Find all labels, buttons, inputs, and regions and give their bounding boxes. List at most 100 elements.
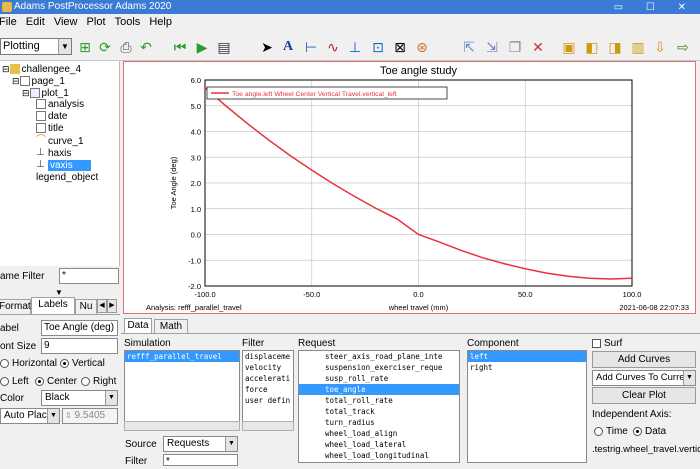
filter-item[interactable]: user defin bbox=[243, 395, 293, 406]
copy-icon[interactable]: ❐ bbox=[507, 39, 523, 55]
menu-tools[interactable]: Tools bbox=[112, 14, 144, 28]
play-icon[interactable]: ▶ bbox=[194, 39, 210, 55]
font-size-input[interactable]: 9 bbox=[41, 338, 118, 354]
filter-item[interactable]: force bbox=[243, 384, 293, 395]
orient-horizontal-radio[interactable]: Horizontal bbox=[0, 358, 57, 369]
time-radio[interactable]: Time bbox=[594, 426, 628, 437]
menu-view[interactable]: View bbox=[51, 14, 81, 28]
filter-list[interactable]: displaceme velocity accelerati force use… bbox=[242, 350, 294, 430]
color-select[interactable]: Black ▼ bbox=[41, 390, 118, 406]
font-size-label: ont Size bbox=[0, 341, 36, 352]
tree-item-curve[interactable]: ⌒curve_1 bbox=[36, 136, 84, 148]
page-layout-2-icon[interactable]: ◧ bbox=[584, 39, 600, 55]
toe-angle-chart[interactable]: Toe angle study-2.0-1.00.01.02.03.04.05.… bbox=[124, 62, 695, 313]
tab-data[interactable]: Data bbox=[124, 318, 152, 334]
page-import-icon[interactable]: ⇩ bbox=[652, 39, 668, 55]
rewind-icon[interactable]: ⏮ bbox=[172, 39, 188, 55]
filter-item[interactable]: velocity bbox=[243, 362, 293, 373]
menu-edit[interactable]: Edit bbox=[23, 14, 48, 28]
axis-icon[interactable]: ⊢ bbox=[303, 39, 319, 55]
align-left-radio[interactable]: Left bbox=[0, 376, 29, 387]
orient-vertical-radio[interactable]: Vertical bbox=[60, 358, 105, 369]
data-radio[interactable]: Data bbox=[633, 426, 666, 437]
request-item[interactable]: wheel_load_lateral bbox=[299, 439, 459, 450]
clear-plot-button[interactable]: Clear Plot bbox=[592, 387, 696, 404]
select-arrow-icon[interactable]: ➤ bbox=[259, 39, 275, 55]
simulation-item[interactable]: refff_parallel_travel bbox=[125, 351, 239, 362]
request-item[interactable]: total_track bbox=[299, 406, 459, 417]
curve-edit-icon[interactable]: ∿ bbox=[325, 39, 341, 55]
tree-item-vaxis[interactable]: ⊥vaxis bbox=[36, 160, 91, 172]
tree-item-challengee[interactable]: ⊟challengee_4 bbox=[2, 63, 81, 75]
delete-icon[interactable]: ✕ bbox=[530, 39, 546, 55]
place-number-field[interactable]: ⇕ 9.5405 bbox=[62, 408, 118, 424]
menu-file[interactable]: File bbox=[0, 14, 20, 28]
page-export-icon[interactable]: ⇨ bbox=[675, 39, 691, 55]
page-layout-3-icon[interactable]: ◨ bbox=[607, 39, 623, 55]
request-item[interactable]: turn_radius bbox=[299, 417, 459, 428]
filter2-input[interactable]: * bbox=[163, 454, 238, 466]
tree-item-date[interactable]: date bbox=[36, 111, 67, 123]
text-icon[interactable]: A bbox=[280, 39, 296, 55]
page-layout-4-icon[interactable]: ▥ bbox=[630, 39, 646, 55]
add-curves-to-select[interactable]: Add Curves To Current ▼ bbox=[592, 370, 696, 386]
filter-item[interactable]: displaceme bbox=[243, 351, 293, 362]
mode-select[interactable]: Plotting ▼ bbox=[0, 38, 72, 55]
tab-format[interactable]: Format bbox=[0, 299, 31, 314]
place-select[interactable]: Auto Place ▼ bbox=[0, 408, 60, 424]
request-item[interactable]: total_roll_rate bbox=[299, 395, 459, 406]
name-filter-input[interactable]: * bbox=[59, 268, 119, 284]
filmstrip-icon[interactable]: ▤ bbox=[216, 39, 232, 55]
plot-frame[interactable]: Toe angle study-2.0-1.00.01.02.03.04.05.… bbox=[123, 61, 696, 314]
component-item-selected[interactable]: left bbox=[468, 351, 586, 362]
tree-item-legend[interactable]: legend_object bbox=[36, 172, 98, 184]
tab-numbers[interactable]: Nu bbox=[75, 299, 97, 314]
tab-scroll-right-icon[interactable]: ▶ bbox=[107, 299, 117, 313]
simulation-scrollbar[interactable] bbox=[124, 421, 240, 431]
undo-icon[interactable]: ↶ bbox=[138, 39, 154, 55]
menu-help[interactable]: Help bbox=[146, 14, 175, 28]
filter-scrollbar[interactable] bbox=[242, 421, 294, 431]
collapse-icon: ⊟ bbox=[2, 64, 10, 74]
add-curves-button[interactable]: Add Curves bbox=[592, 351, 696, 368]
window-controls[interactable]: ▭ ☐ ✕ bbox=[614, 1, 696, 15]
component-item[interactable]: right bbox=[468, 362, 586, 373]
menu-plot[interactable]: Plot bbox=[84, 14, 109, 28]
splitter-arrow-icon[interactable]: ▼ bbox=[55, 288, 63, 297]
simulation-list[interactable]: refff_parallel_travel bbox=[124, 350, 240, 430]
request-item[interactable]: wheel_load_align bbox=[299, 428, 459, 439]
request-item[interactable]: steer_axis_road_plane_inte bbox=[299, 351, 459, 362]
zoom-icon[interactable]: ⊡ bbox=[370, 39, 386, 55]
label-input[interactable]: Toe Angle (deg) bbox=[41, 320, 118, 336]
tab-labels[interactable]: Labels bbox=[31, 297, 75, 314]
request-item[interactable]: susp_roll_rate bbox=[299, 373, 459, 384]
tree-item-analysis[interactable]: analysis bbox=[36, 99, 84, 111]
property-panel: ame Filter * ▼ Format Labels Nu ◀ ▶ abel… bbox=[0, 266, 120, 463]
request-item[interactable]: suspension_exerciser_reque bbox=[299, 362, 459, 373]
tree-item-page[interactable]: ⊟page_1 bbox=[12, 75, 65, 87]
align-center-radio[interactable]: Center bbox=[35, 376, 77, 387]
component-list[interactable]: left right bbox=[467, 350, 587, 463]
tree-item-plot[interactable]: ⊟plot_1 bbox=[22, 87, 69, 99]
align-right-radio[interactable]: Right bbox=[81, 376, 116, 387]
stats-icon[interactable]: ⊥ bbox=[347, 39, 363, 55]
request-list[interactable]: steer_axis_road_plane_inte suspension_ex… bbox=[298, 350, 460, 463]
page-layout-1-icon[interactable]: ▣ bbox=[561, 39, 577, 55]
fit-icon[interactable]: ⊠ bbox=[392, 39, 408, 55]
tree-item-haxis[interactable]: ⊥haxis bbox=[36, 148, 71, 160]
source-select[interactable]: Requests ▼ bbox=[163, 436, 238, 452]
request-item-selected[interactable]: toe_angle bbox=[299, 384, 459, 395]
layout-1-icon[interactable]: ⇱ bbox=[461, 39, 477, 55]
filter-item[interactable]: accelerati bbox=[243, 373, 293, 384]
print-icon[interactable]: ⎙ bbox=[118, 39, 134, 55]
refresh-icon[interactable]: ⟳ bbox=[97, 39, 113, 55]
tree-item-title[interactable]: title bbox=[36, 123, 64, 135]
request-item[interactable]: wheel_load_longitudinal bbox=[299, 450, 459, 461]
tab-math[interactable]: Math bbox=[154, 319, 188, 334]
layout-2-icon[interactable]: ⇲ bbox=[484, 39, 500, 55]
surf-checkbox[interactable]: Surf bbox=[592, 338, 622, 349]
tab-scroll-left-icon[interactable]: ◀ bbox=[97, 299, 107, 313]
animate-icon[interactable]: ⊛ bbox=[414, 39, 430, 55]
radio-label: Data bbox=[645, 426, 666, 437]
new-page-icon[interactable]: ⊞ bbox=[77, 39, 93, 55]
